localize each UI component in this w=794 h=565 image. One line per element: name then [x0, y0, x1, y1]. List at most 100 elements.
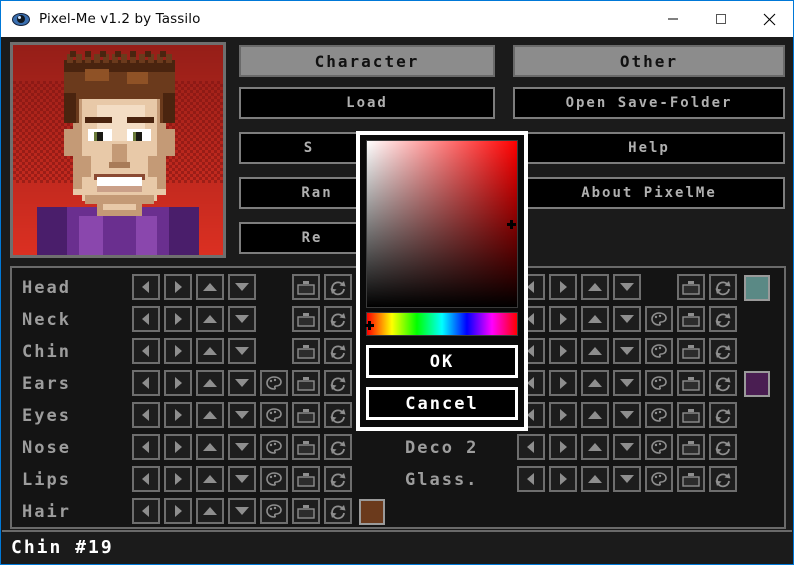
right-row-2-palette[interactable]: [645, 306, 673, 332]
ears-arrow-up[interactable]: [196, 370, 224, 396]
head-refresh[interactable]: [324, 274, 352, 300]
deco-2-arrow-right[interactable]: [549, 434, 577, 460]
hair-refresh[interactable]: [324, 498, 352, 524]
glass-palette[interactable]: [645, 466, 673, 492]
right-row-1-save-box[interactable]: [677, 274, 705, 300]
nose-arrow-down[interactable]: [228, 434, 256, 460]
right-row-5-palette[interactable]: [645, 402, 673, 428]
deco-2-arrow-left[interactable]: [517, 434, 545, 460]
neck-arrow-up[interactable]: [196, 306, 224, 332]
lips-arrow-down[interactable]: [228, 466, 256, 492]
right-row-5-save-box[interactable]: [677, 402, 705, 428]
glass-arrow-right[interactable]: [549, 466, 577, 492]
glass-refresh[interactable]: [709, 466, 737, 492]
right-row-4-color-swatch[interactable]: [744, 371, 770, 397]
chin-save-box[interactable]: [292, 338, 320, 364]
chin-arrow-up[interactable]: [196, 338, 224, 364]
eyes-arrow-left[interactable]: [132, 402, 160, 428]
right-row-4-arrow-up[interactable]: [581, 370, 609, 396]
hair-palette[interactable]: [260, 498, 288, 524]
right-row-4-refresh[interactable]: [709, 370, 737, 396]
load-button[interactable]: Load: [239, 87, 495, 119]
right-row-3-refresh[interactable]: [709, 338, 737, 364]
chin-arrow-down[interactable]: [228, 338, 256, 364]
chin-arrow-left[interactable]: [132, 338, 160, 364]
glass-save-box[interactable]: [677, 466, 705, 492]
right-row-4-arrow-down[interactable]: [613, 370, 641, 396]
lips-save-box[interactable]: [292, 466, 320, 492]
deco-2-palette[interactable]: [645, 434, 673, 460]
color-cancel-button[interactable]: Cancel: [366, 387, 518, 420]
hair-arrow-right[interactable]: [164, 498, 192, 524]
deco-2-refresh[interactable]: [709, 434, 737, 460]
deco-2-arrow-down[interactable]: [613, 434, 641, 460]
neck-save-box[interactable]: [292, 306, 320, 332]
lips-arrow-up[interactable]: [196, 466, 224, 492]
right-row-1-refresh[interactable]: [709, 274, 737, 300]
eyes-arrow-right[interactable]: [164, 402, 192, 428]
right-row-4-arrow-right[interactable]: [549, 370, 577, 396]
eyes-palette[interactable]: [260, 402, 288, 428]
head-arrow-up[interactable]: [196, 274, 224, 300]
color-ok-button[interactable]: OK: [366, 345, 518, 378]
deco-2-arrow-up[interactable]: [581, 434, 609, 460]
right-row-2-save-box[interactable]: [677, 306, 705, 332]
nose-arrow-left[interactable]: [132, 434, 160, 460]
hair-arrow-down[interactable]: [228, 498, 256, 524]
lips-refresh[interactable]: [324, 466, 352, 492]
right-row-3-save-box[interactable]: [677, 338, 705, 364]
nose-arrow-up[interactable]: [196, 434, 224, 460]
lips-arrow-left[interactable]: [132, 466, 160, 492]
saturation-value-box[interactable]: [366, 140, 518, 308]
glass-arrow-left[interactable]: [517, 466, 545, 492]
nose-refresh[interactable]: [324, 434, 352, 460]
right-row-2-arrow-right[interactable]: [549, 306, 577, 332]
head-arrow-right[interactable]: [164, 274, 192, 300]
open-save-folder-button[interactable]: Open Save-Folder: [513, 87, 785, 119]
head-arrow-down[interactable]: [228, 274, 256, 300]
ears-palette[interactable]: [260, 370, 288, 396]
right-row-2-arrow-down[interactable]: [613, 306, 641, 332]
right-row-3-palette[interactable]: [645, 338, 673, 364]
neck-refresh[interactable]: [324, 306, 352, 332]
hair-arrow-up[interactable]: [196, 498, 224, 524]
chin-refresh[interactable]: [324, 338, 352, 364]
right-row-5-arrow-right[interactable]: [549, 402, 577, 428]
neck-arrow-down[interactable]: [228, 306, 256, 332]
ears-arrow-down[interactable]: [228, 370, 256, 396]
neck-arrow-right[interactable]: [164, 306, 192, 332]
eyes-save-box[interactable]: [292, 402, 320, 428]
glass-arrow-up[interactable]: [581, 466, 609, 492]
hair-save-box[interactable]: [292, 498, 320, 524]
right-row-3-arrow-down[interactable]: [613, 338, 641, 364]
right-row-5-arrow-down[interactable]: [613, 402, 641, 428]
neck-arrow-left[interactable]: [132, 306, 160, 332]
right-row-4-save-box[interactable]: [677, 370, 705, 396]
nose-save-box[interactable]: [292, 434, 320, 460]
right-row-2-arrow-up[interactable]: [581, 306, 609, 332]
right-row-1-color-swatch[interactable]: [744, 275, 770, 301]
minimize-icon[interactable]: [649, 1, 697, 37]
eyes-arrow-down[interactable]: [228, 402, 256, 428]
eyes-arrow-up[interactable]: [196, 402, 224, 428]
right-row-3-arrow-up[interactable]: [581, 338, 609, 364]
head-save-box[interactable]: [292, 274, 320, 300]
ears-arrow-right[interactable]: [164, 370, 192, 396]
about-pixelme-button[interactable]: About PixelMe: [513, 177, 785, 209]
right-row-1-arrow-up[interactable]: [581, 274, 609, 300]
lips-palette[interactable]: [260, 466, 288, 492]
right-row-3-arrow-right[interactable]: [549, 338, 577, 364]
right-row-5-arrow-up[interactable]: [581, 402, 609, 428]
head-arrow-left[interactable]: [132, 274, 160, 300]
right-row-5-refresh[interactable]: [709, 402, 737, 428]
hair-arrow-left[interactable]: [132, 498, 160, 524]
nose-palette[interactable]: [260, 434, 288, 460]
right-row-1-arrow-right[interactable]: [549, 274, 577, 300]
ears-refresh[interactable]: [324, 370, 352, 396]
glass-arrow-down[interactable]: [613, 466, 641, 492]
chin-arrow-right[interactable]: [164, 338, 192, 364]
hue-slider[interactable]: [364, 312, 518, 336]
close-icon[interactable]: [745, 1, 793, 37]
hair-color-swatch[interactable]: [359, 499, 385, 525]
nose-arrow-right[interactable]: [164, 434, 192, 460]
